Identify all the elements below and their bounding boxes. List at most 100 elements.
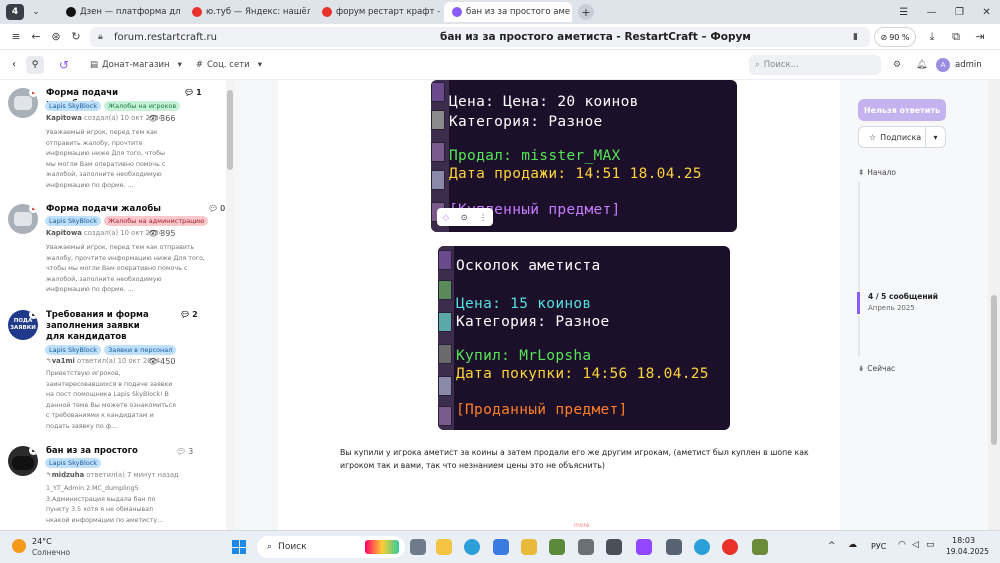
app-icon[interactable] (606, 539, 622, 555)
avatar[interactable]: 🔒︎ (8, 88, 38, 118)
camera-icon[interactable]: ⊙ (461, 213, 468, 222)
language-indicator[interactable]: РУС (871, 542, 886, 551)
caret-down-icon[interactable]: ▾ (925, 127, 945, 147)
star-icon: ☆ (869, 132, 877, 142)
clock-date[interactable]: 19.04.2025 (946, 547, 989, 556)
windows-start-icon[interactable] (232, 540, 246, 554)
image-toolbar: ◇ ⊙ ⋮ (437, 208, 493, 226)
task-view-icon[interactable] (410, 539, 426, 555)
minecraft-icon[interactable] (549, 539, 565, 555)
url-field[interactable]: 🔒︎ forum.restartcraft.ru бан из за прост… (90, 27, 870, 47)
chevron-left-icon[interactable]: ‹ (6, 55, 22, 75)
sidebar-scrollbar[interactable] (226, 80, 234, 530)
gear-icon[interactable]: ⚙ (893, 60, 901, 70)
taskbar-search[interactable]: ⌕ Поиск (257, 536, 405, 558)
edit-icon[interactable]: ◇ (443, 213, 449, 222)
volume-icon[interactable]: ◁ (912, 540, 919, 550)
avatar[interactable]: 🔒︎ (8, 446, 38, 476)
discussion-title[interactable]: Форма подачи жалобы (46, 204, 176, 215)
tag[interactable]: Заявки в персонал (104, 345, 177, 355)
new-tab-button[interactable]: + (578, 4, 594, 20)
page-scrollbar[interactable] (988, 80, 1000, 530)
buyer-label: Купил: MrLopsha (456, 348, 592, 364)
zoom-control[interactable]: ⊘ 90 % (874, 27, 916, 47)
twitch-icon[interactable] (636, 539, 652, 555)
social-link[interactable]: # Соц. сети ▾ (196, 55, 262, 75)
restore-icon[interactable]: ❐ (955, 7, 964, 18)
chevron-down-icon[interactable]: ⌄ (28, 4, 44, 20)
screenshot-image-2[interactable]: Осколок аметиста Цена: 15 коинов Категор… (438, 246, 730, 430)
tabs-icon[interactable]: ☰ (899, 7, 908, 18)
more-icon[interactable]: ⋮ (479, 213, 487, 222)
cloud-icon[interactable]: ☁ (848, 540, 857, 550)
bookmark-icon[interactable]: ▮ (853, 32, 858, 42)
logo-icon[interactable]: ↺ (56, 56, 72, 74)
tag[interactable]: Lapis SkyBlock (45, 345, 102, 355)
clock-time[interactable]: 18:03 (952, 536, 975, 545)
avatar[interactable]: 🔒︎ (8, 204, 38, 234)
tag[interactable]: Lapis SkyBlock (45, 101, 102, 111)
scrubber-track[interactable] (858, 182, 860, 292)
reload-icon[interactable]: ↻ (66, 30, 86, 43)
wifi-icon[interactable]: ◠ (898, 540, 906, 550)
scrubber-start[interactable]: ⇞ Начало (858, 168, 896, 177)
scrubber-now[interactable]: ⇟ Сейчас (858, 364, 895, 373)
more-link[interactable]: more (574, 522, 590, 529)
minimize-icon[interactable]: — (927, 7, 937, 18)
weather-text[interactable]: Солнечно (32, 548, 70, 557)
sidebar-icon[interactable]: ⧉ (946, 30, 966, 44)
bell-icon[interactable]: 🔔︎ (916, 60, 927, 70)
list-item[interactable]: 🔒︎ Форма подачи жалобы 💬︎ 0 Lapis SkyBloc… (0, 200, 225, 310)
comment-icon: 💬︎ (184, 88, 195, 97)
tab-yandex-1[interactable]: ю.туб — Яндекс: нашёлся (184, 2, 310, 22)
donate-shop-link[interactable]: ▤ Донат-магазин ▾ (90, 55, 182, 75)
app-icon[interactable] (752, 539, 768, 555)
scrubber-handle[interactable] (857, 292, 860, 314)
edge-icon[interactable] (464, 539, 480, 555)
download-icon[interactable]: ⤓ (922, 30, 942, 44)
shop-icon: ▤ (90, 59, 99, 70)
app-icon[interactable] (666, 539, 682, 555)
avatar[interactable]: A (936, 58, 950, 72)
extensions-icon[interactable]: ⇥ (970, 30, 990, 43)
back-icon[interactable]: ← (26, 30, 46, 43)
pin-icon[interactable]: ⚲ (26, 55, 44, 74)
sale-date-label: Дата продажи: 14:51 18.04.25 (449, 166, 702, 182)
dzen-icon (66, 7, 76, 17)
username[interactable]: admin (955, 60, 982, 70)
yandex-browser-icon[interactable] (722, 539, 738, 555)
file-explorer-icon[interactable] (436, 539, 452, 555)
tag[interactable]: Lapis SkyBlock (45, 458, 102, 468)
screenshot-image-1[interactable]: Цена: Цена: 20 коинов Категория: Разное … (431, 80, 737, 232)
tab-forum-active[interactable]: бан из за простого аме ✕ (444, 2, 572, 22)
chevron-up-icon[interactable]: ^ (828, 541, 836, 551)
reply-button[interactable]: Нельзя ответить (858, 99, 946, 121)
store-icon[interactable] (493, 539, 509, 555)
list-item[interactable]: ПОДА ЗАЯВКИ 🔒︎ Требования и форма заполн… (0, 306, 222, 446)
shield-icon[interactable]: ⊛ (46, 30, 66, 43)
telegram-icon[interactable] (694, 539, 710, 555)
list-item[interactable]: 🔒︎ Форма подачи жалобы ● 💬︎1 Lapis SkyBl… (0, 84, 222, 192)
app-icon[interactable] (578, 539, 594, 555)
tag[interactable]: Lapis SkyBlock (45, 216, 102, 226)
weather-temp[interactable]: 24°C (32, 537, 52, 546)
app-icon[interactable] (521, 539, 537, 555)
tab-dzen[interactable]: Дзен — платформа для п (58, 2, 180, 22)
item-name-label: Осколок аметиста (456, 258, 601, 274)
address-bar: ≡ ← ⊛ ↻ 🔒︎ forum.restartcraft.ru бан из … (0, 24, 1000, 50)
discussion-title[interactable]: Требования и форма заполнения заявки для… (46, 310, 156, 343)
workspace-badge[interactable]: 4 (6, 4, 24, 20)
sun-icon[interactable] (12, 539, 26, 553)
avatar[interactable]: ПОДА ЗАЯВКИ 🔒︎ (8, 310, 38, 340)
battery-icon[interactable]: ▭ (926, 540, 935, 550)
subscribe-button[interactable]: ☆ Подписка ▾ (858, 126, 946, 148)
discussion-excerpt: Уважаемый игрок, перед тем как отправить… (46, 129, 166, 189)
scrubber-track[interactable] (858, 316, 860, 356)
tab-yandex-2[interactable]: форум рестарт крафт — Я (314, 2, 440, 22)
site-search-input[interactable]: ⌕ Поиск... (749, 55, 881, 75)
close-window-icon[interactable]: ✕ (982, 7, 990, 18)
tag[interactable]: Жалобы на игроков (104, 101, 181, 111)
menu-icon[interactable]: ≡ (6, 30, 26, 43)
tag[interactable]: Жалобы на администрацию (104, 216, 209, 226)
list-item[interactable]: 🔒︎ бан из за простого аметиста 💬︎3 Lapis… (0, 444, 222, 530)
